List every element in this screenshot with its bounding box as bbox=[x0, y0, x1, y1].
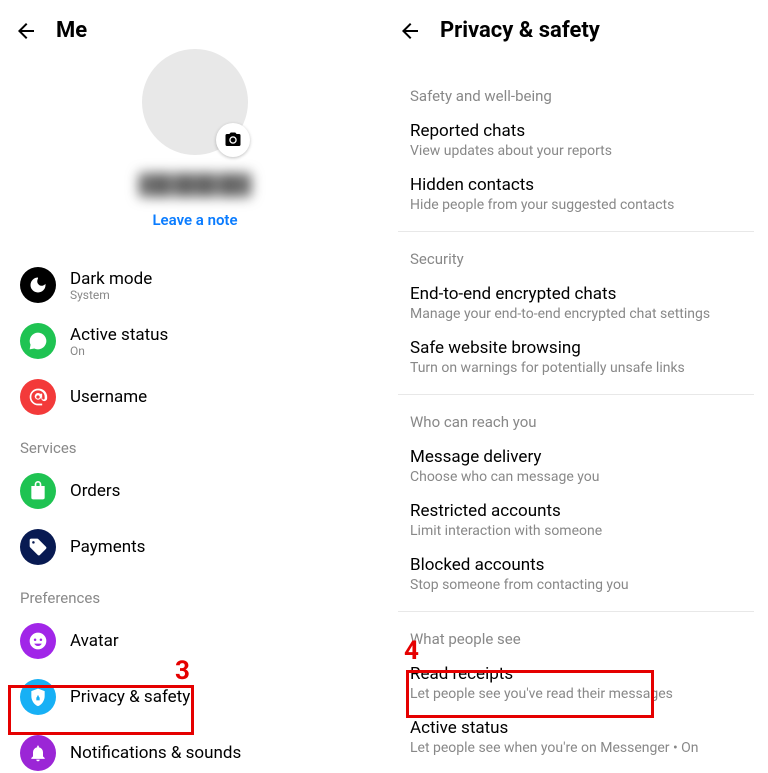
leave-note-link[interactable]: Leave a note bbox=[152, 211, 237, 229]
back-arrow-icon[interactable] bbox=[398, 19, 422, 43]
menu-text: Avatar bbox=[70, 631, 119, 651]
menu-text: Username bbox=[70, 387, 147, 407]
face-icon bbox=[20, 623, 56, 659]
page-title: Me bbox=[56, 18, 87, 43]
item-e2e-chats[interactable]: End-to-end encrypted chats Manage your e… bbox=[398, 276, 754, 330]
profile-name-blurred bbox=[139, 173, 251, 197]
item-sub: Hide people from your suggested contacts bbox=[410, 197, 754, 213]
item-sub: Turn on warnings for potentially unsafe … bbox=[410, 360, 754, 376]
item-message-delivery[interactable]: Message delivery Choose who can message … bbox=[398, 439, 754, 493]
item-sub: Let people see you've read their message… bbox=[410, 686, 754, 702]
menu-item-notifications[interactable]: Notifications & sounds bbox=[14, 725, 376, 773]
bag-icon bbox=[20, 473, 56, 509]
menu-label: Orders bbox=[70, 481, 120, 501]
privacy-safety-panel: Privacy & safety Safety and well-being R… bbox=[384, 0, 768, 773]
menu-item-payments[interactable]: Payments bbox=[14, 519, 376, 575]
item-sub: Manage your end-to-end encrypted chat se… bbox=[410, 306, 754, 322]
item-label: Blocked accounts bbox=[410, 555, 754, 575]
menu-sub: On bbox=[70, 344, 168, 358]
camera-icon[interactable] bbox=[216, 123, 250, 157]
item-label: Hidden contacts bbox=[410, 175, 754, 195]
menu-text: Notifications & sounds bbox=[70, 743, 241, 763]
at-icon bbox=[20, 379, 56, 415]
tag-icon bbox=[20, 529, 56, 565]
menu-item-dark-mode[interactable]: Dark mode System bbox=[14, 257, 376, 313]
menu-text: Privacy & safety bbox=[70, 687, 190, 707]
item-label: Message delivery bbox=[410, 447, 754, 467]
menu-label: Notifications & sounds bbox=[70, 743, 241, 763]
item-sub: Choose who can message you bbox=[410, 469, 754, 485]
menu-text: Dark mode System bbox=[70, 269, 152, 302]
item-label: End-to-end encrypted chats bbox=[410, 284, 754, 304]
annotation-4: 4 bbox=[404, 636, 419, 666]
section-see: What people see bbox=[398, 612, 754, 656]
moon-icon bbox=[20, 267, 56, 303]
item-reported-chats[interactable]: Reported chats View updates about your r… bbox=[398, 113, 754, 167]
item-label: Safe website browsing bbox=[410, 338, 754, 358]
chat-icon bbox=[20, 323, 56, 359]
annotation-3: 3 bbox=[175, 656, 190, 686]
menu-text: Active status On bbox=[70, 325, 168, 358]
item-label: Reported chats bbox=[410, 121, 754, 141]
section-safety: Safety and well-being bbox=[398, 49, 754, 113]
me-settings-panel: Me Leave a note Dark mode System bbox=[0, 0, 384, 773]
menu-item-orders[interactable]: Orders bbox=[14, 463, 376, 519]
menu-text: Payments bbox=[70, 537, 145, 557]
item-read-receipts[interactable]: Read receipts Let people see you've read… bbox=[398, 656, 754, 710]
menu-label: Avatar bbox=[70, 631, 119, 651]
item-blocked-accounts[interactable]: Blocked accounts Stop someone from conta… bbox=[398, 547, 754, 601]
menu-item-username[interactable]: Username bbox=[14, 369, 376, 425]
menu-label: Active status bbox=[70, 325, 168, 345]
item-active-status[interactable]: Active status Let people see when you're… bbox=[398, 710, 754, 764]
menu-label: Privacy & safety bbox=[70, 687, 190, 707]
item-sub: Limit interaction with someone bbox=[410, 523, 754, 539]
item-safe-browsing[interactable]: Safe website browsing Turn on warnings f… bbox=[398, 330, 754, 384]
menu-sub: System bbox=[70, 288, 152, 302]
avatar[interactable] bbox=[142, 49, 248, 155]
item-sub: Stop someone from contacting you bbox=[410, 577, 754, 593]
item-hidden-contacts[interactable]: Hidden contacts Hide people from your su… bbox=[398, 167, 754, 221]
header: Privacy & safety bbox=[398, 18, 754, 43]
item-restricted-accounts[interactable]: Restricted accounts Limit interaction wi… bbox=[398, 493, 754, 547]
profile-section: Leave a note bbox=[14, 49, 376, 229]
section-header-preferences: Preferences bbox=[14, 575, 376, 613]
menu-item-privacy-safety[interactable]: Privacy & safety bbox=[14, 669, 376, 725]
section-security: Security bbox=[398, 232, 754, 276]
menu-label: Username bbox=[70, 387, 147, 407]
item-label: Active status bbox=[410, 718, 754, 738]
item-label: Read receipts bbox=[410, 664, 754, 684]
item-sub: Let people see when you're on Messenger … bbox=[410, 740, 754, 756]
menu-item-active-status[interactable]: Active status On bbox=[14, 313, 376, 369]
item-sub: View updates about your reports bbox=[410, 143, 754, 159]
page-title: Privacy & safety bbox=[440, 18, 600, 43]
menu-list: Dark mode System Active status On Userna… bbox=[14, 257, 376, 773]
menu-label: Dark mode bbox=[70, 269, 152, 289]
section-reach: Who can reach you bbox=[398, 395, 754, 439]
section-header-services: Services bbox=[14, 425, 376, 463]
bell-icon bbox=[20, 735, 56, 771]
item-label: Restricted accounts bbox=[410, 501, 754, 521]
menu-label: Payments bbox=[70, 537, 145, 557]
back-arrow-icon[interactable] bbox=[14, 19, 38, 43]
header: Me bbox=[14, 18, 376, 43]
shield-lock-icon bbox=[20, 679, 56, 715]
menu-text: Orders bbox=[70, 481, 120, 501]
menu-item-avatar[interactable]: Avatar bbox=[14, 613, 376, 669]
